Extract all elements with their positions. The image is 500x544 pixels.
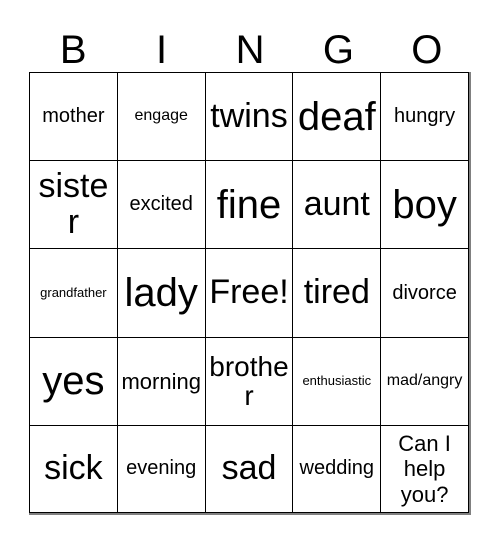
bingo-cell[interactable]: grandfather [29, 248, 117, 337]
bingo-cell-label: enthusiastic [302, 373, 372, 389]
bingo-row: mother engage twins deaf hungry [29, 72, 469, 161]
bingo-cell[interactable]: sick [29, 424, 117, 514]
bingo-cell[interactable]: evening [116, 424, 205, 514]
bingo-grid: mother engage twins deaf hungry sister excited… [29, 72, 471, 515]
bingo-cell[interactable]: deaf [292, 72, 381, 161]
bingo-header-letter-g: G [322, 28, 354, 72]
bingo-cell[interactable]: tired [292, 248, 381, 337]
bingo-cell-label: sick [44, 449, 103, 488]
bingo-cell-label: aunt [303, 184, 370, 223]
bingo-cell-label: tired [303, 273, 370, 312]
bingo-cell-label: mother [42, 105, 105, 128]
bingo-cell-label: hungry [394, 105, 456, 128]
bingo-cell-label: Free! [209, 273, 289, 312]
bingo-cell[interactable]: yes [29, 336, 117, 425]
bingo-cell-label: Can I help you? [398, 430, 451, 507]
bingo-cell[interactable]: mother [29, 72, 117, 161]
bingo-cell[interactable]: hungry [380, 72, 469, 161]
bingo-cell[interactable]: engage [116, 72, 205, 161]
bingo-cell[interactable]: brother [204, 336, 293, 425]
bingo-cell[interactable]: boy [380, 160, 469, 249]
bingo-row: grandfather lady Free! tired divorce [29, 248, 469, 337]
bingo-cell[interactable]: mad/angry [380, 336, 469, 425]
bingo-cell-label: divorce [392, 281, 457, 304]
bingo-cell-label: excited [129, 193, 193, 216]
bingo-cell[interactable]: aunt [292, 160, 381, 249]
bingo-cell[interactable]: twins [204, 72, 293, 161]
bingo-cell-label: mad/angry [386, 371, 463, 389]
bingo-cell-label: morning [121, 368, 201, 394]
bingo-row: yes morning brother enthusiastic mad/angry [29, 336, 469, 425]
bingo-header-letter-b: B [59, 28, 87, 72]
bingo-cell-label: sister [38, 167, 109, 241]
bingo-cell-label: wedding [299, 457, 375, 480]
bingo-cell-label: engage [134, 107, 188, 125]
bingo-cell-label: lady [124, 271, 198, 315]
bingo-card: B I N G O mother engage twins deaf hungry sis… [0, 0, 500, 544]
bingo-header-letter-i: I [156, 28, 168, 72]
bingo-cell[interactable]: sister [29, 160, 117, 249]
bingo-cell-label: brother [209, 350, 289, 412]
bingo-cell-label: deaf [297, 94, 376, 139]
bingo-header-letter-n: N [235, 28, 265, 72]
bingo-header-letter-o: O [411, 28, 443, 72]
bingo-cell[interactable]: divorce [380, 248, 469, 337]
bingo-cell-label: fine [216, 182, 282, 227]
bingo-cell[interactable]: Can I help you? [380, 424, 469, 514]
bingo-free-space[interactable]: Free! [204, 248, 293, 337]
bingo-cell-label: evening [126, 457, 197, 480]
bingo-cell-label: twins [210, 96, 288, 135]
bingo-cell-label: sad [221, 449, 277, 488]
bingo-cell[interactable]: morning [116, 336, 205, 425]
bingo-cell-label: boy [392, 182, 457, 227]
bingo-cell[interactable]: enthusiastic [292, 336, 381, 425]
bingo-row: sick evening sad wedding Can I help you? [29, 424, 469, 514]
bingo-cell-label: yes [42, 359, 105, 404]
bingo-row: sister excited fine aunt boy [29, 160, 469, 249]
bingo-cell[interactable]: excited [116, 160, 205, 249]
bingo-cell[interactable]: sad [204, 424, 293, 514]
bingo-cell[interactable]: wedding [292, 424, 381, 514]
bingo-cell-label: grandfather [40, 285, 107, 301]
bingo-header-row: B I N G O [29, 16, 471, 72]
bingo-cell[interactable]: fine [204, 160, 293, 249]
bingo-cell[interactable]: lady [116, 248, 205, 337]
